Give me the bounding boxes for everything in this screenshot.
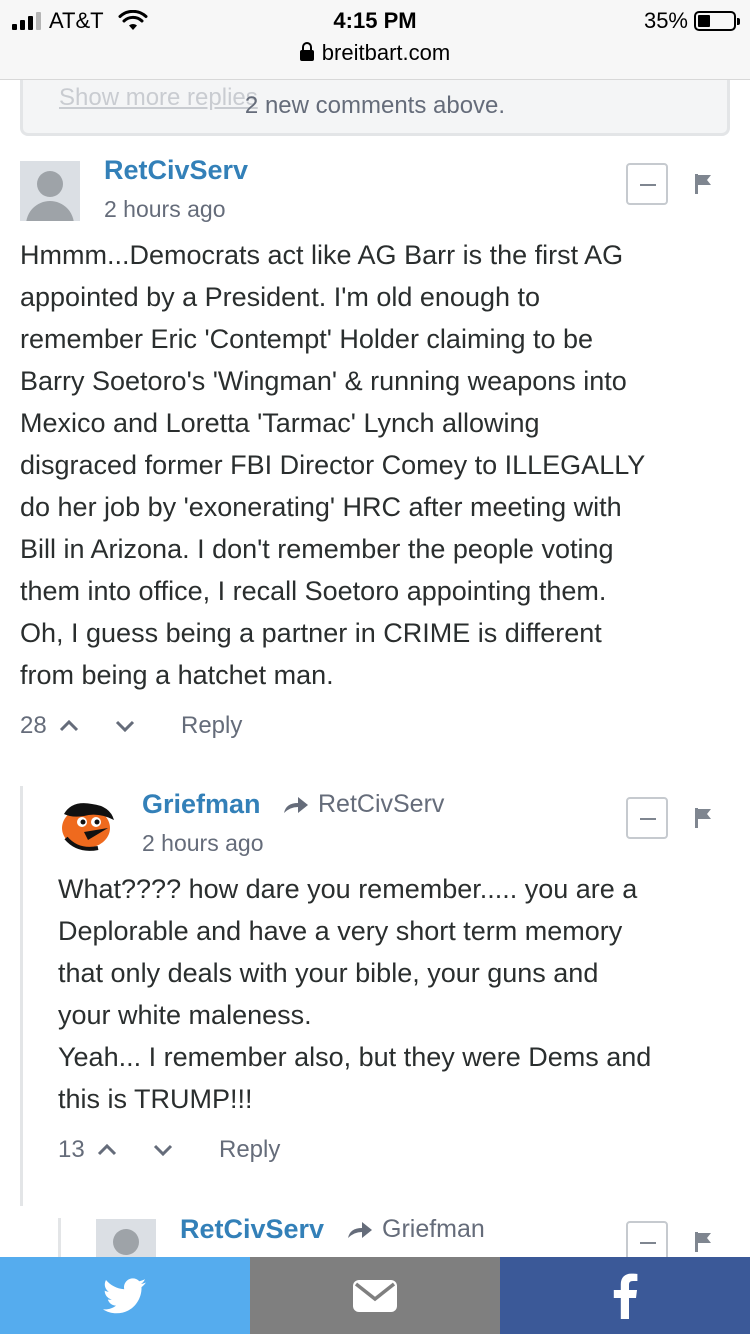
battery-icon [694,11,740,31]
new-comments-label: 2 new comments above. [244,92,506,119]
battery-percent: 35% [643,8,688,33]
thread-line [20,786,23,1206]
collapse-button[interactable] [626,797,668,839]
reply-button[interactable]: Reply [219,1136,280,1164]
comment-timestamp[interactable]: 2 hours ago [104,196,225,223]
comment-body: What???? how dare you remember..... you … [58,874,652,1114]
upvote-count: 13 [58,1136,85,1163]
reply-button[interactable]: Reply [181,712,242,740]
clock: 4:15 PM [333,8,417,33]
reply-to-author: Griefman [382,1215,485,1243]
vote-controls: 13 [58,1136,193,1164]
address-bar[interactable]: breitbart.com [0,40,750,66]
downvote-icon[interactable] [115,720,135,732]
reply-arrow-icon [284,796,308,813]
comment-timestamp[interactable]: 2 hours ago [142,830,263,857]
new-comments-bar[interactable]: Show more replies 2 new comments above. [20,80,730,136]
downvote-icon[interactable] [153,1144,173,1156]
comment-author[interactable]: RetCivServ [104,155,248,186]
collapse-button[interactable] [626,163,668,205]
facebook-f-icon [613,1273,638,1319]
comment-author[interactable]: Griefman [142,789,261,820]
vote-controls: 28 [20,712,155,740]
status-bar: AT&T 4:15 PM breitbart.com 35% [0,0,750,80]
reply-to[interactable]: RetCivServ [282,790,444,819]
upvote-icon[interactable] [59,720,79,732]
lock-icon [299,42,314,61]
upvote-count: 28 [20,712,47,739]
upvote-icon[interactable] [97,1144,117,1156]
facebook-share-button[interactable] [500,1257,750,1334]
oriole-bird-icon [62,803,114,851]
avatar[interactable] [20,161,80,221]
status-right: 35% [643,8,740,34]
share-bar [0,1257,750,1334]
reply-to-author: RetCivServ [318,790,445,818]
comment-body: Hmmm...Democrats act like AG Barr is the… [20,240,646,690]
envelope-icon [353,1279,397,1312]
flag-icon[interactable] [694,174,712,194]
avatar[interactable] [58,794,118,854]
twitter-bird-icon [103,1277,146,1313]
twitter-share-button[interactable] [0,1257,250,1334]
flag-icon[interactable] [694,1232,712,1252]
url-text: breitbart.com [321,40,451,65]
comment-author[interactable]: RetCivServ [180,1214,324,1245]
thread-line [58,1218,61,1258]
flag-icon[interactable] [694,808,712,828]
reply-to[interactable]: Griefman [346,1215,485,1244]
reply-arrow-icon [348,1221,372,1238]
email-share-button[interactable] [250,1257,500,1334]
